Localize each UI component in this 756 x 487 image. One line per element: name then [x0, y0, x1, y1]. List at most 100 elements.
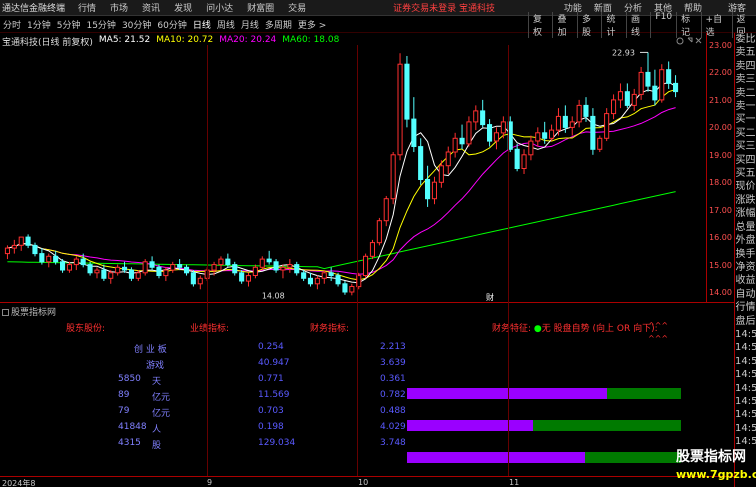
candle[interactable]: [376, 217, 382, 246]
indicator-title[interactable]: 股票指标网: [2, 305, 56, 318]
candlestick-chart[interactable]: 22.93 14.08 财: [0, 45, 706, 303]
candle[interactable]: [459, 124, 465, 150]
candle[interactable]: [666, 61, 672, 89]
candle[interactable]: [197, 275, 203, 290]
tab-1min[interactable]: 1分钟: [24, 18, 54, 31]
candle[interactable]: [184, 264, 190, 276]
candle[interactable]: [369, 239, 375, 260]
menu-item-discover[interactable]: 发现: [167, 1, 199, 14]
candle[interactable]: [190, 270, 196, 287]
close-icon[interactable]: [695, 37, 702, 44]
candle[interactable]: [514, 143, 520, 172]
candle[interactable]: [404, 55, 410, 128]
candle[interactable]: [645, 52, 651, 92]
candle[interactable]: [569, 116, 575, 136]
expand-icon[interactable]: [687, 37, 693, 43]
settings-icon[interactable]: [676, 37, 684, 45]
multi-stock-button[interactable]: 多股: [576, 11, 601, 38]
candle[interactable]: [11, 239, 17, 254]
candle[interactable]: [576, 99, 582, 128]
candle[interactable]: [294, 261, 300, 276]
candle[interactable]: [397, 53, 403, 161]
tab-30min[interactable]: 30分钟: [119, 18, 154, 31]
candle[interactable]: [321, 270, 327, 284]
adjust-button[interactable]: 复权: [528, 11, 552, 38]
candle[interactable]: [218, 256, 224, 271]
candle[interactable]: [307, 272, 313, 287]
candle[interactable]: [273, 259, 279, 273]
menu-item-wealth[interactable]: 财富圈: [240, 1, 281, 14]
draw-button[interactable]: 画线: [625, 11, 650, 38]
candle[interactable]: [245, 272, 251, 287]
candle[interactable]: [521, 149, 527, 174]
candle[interactable]: [611, 94, 617, 120]
candle[interactable]: [259, 256, 265, 271]
candle[interactable]: [425, 165, 431, 207]
candle[interactable]: [418, 138, 424, 185]
candle[interactable]: [473, 105, 479, 131]
candle[interactable]: [149, 256, 155, 271]
candle[interactable]: [170, 261, 176, 273]
candle[interactable]: [239, 270, 245, 284]
candle[interactable]: [115, 264, 121, 276]
candle[interactable]: [631, 88, 637, 111]
stats-button[interactable]: 统计: [601, 11, 625, 38]
tab-15min[interactable]: 15分钟: [83, 18, 118, 31]
candle[interactable]: [604, 108, 610, 142]
candle[interactable]: [32, 242, 38, 257]
candle[interactable]: [25, 234, 31, 249]
candle[interactable]: [363, 253, 369, 279]
candle[interactable]: [383, 195, 389, 227]
tab-5min[interactable]: 5分钟: [54, 18, 84, 31]
candle[interactable]: [18, 236, 24, 251]
candle[interactable]: [101, 264, 107, 282]
menu-item-ask[interactable]: 问小达: [199, 1, 240, 14]
candle[interactable]: [142, 259, 148, 276]
tab-intraday[interactable]: 分时: [0, 18, 24, 31]
candle[interactable]: [349, 283, 355, 296]
menu-item-trade[interactable]: 交易: [281, 1, 313, 14]
candle[interactable]: [390, 152, 396, 205]
overlay-button[interactable]: 叠加: [552, 11, 576, 38]
menu-item-news[interactable]: 资讯: [135, 1, 167, 14]
candle[interactable]: [94, 267, 100, 279]
candle[interactable]: [452, 132, 458, 158]
indicator-toggle-icon[interactable]: [2, 309, 9, 316]
menu-item-quotes[interactable]: 行情: [71, 1, 103, 14]
candle[interactable]: [673, 75, 679, 98]
candle[interactable]: [314, 275, 320, 290]
mark-button[interactable]: 标记: [676, 11, 700, 38]
candle[interactable]: [342, 281, 348, 295]
candle[interactable]: [232, 261, 238, 276]
tab-more[interactable]: 更多 >: [295, 18, 329, 31]
tab-weekly[interactable]: 周线: [214, 18, 238, 31]
candle[interactable]: [617, 83, 624, 109]
candle[interactable]: [46, 253, 52, 268]
candle[interactable]: [266, 250, 272, 265]
candle[interactable]: [411, 97, 417, 153]
candle[interactable]: [493, 127, 499, 150]
candle[interactable]: [480, 99, 486, 128]
candle[interactable]: [66, 261, 73, 273]
candle[interactable]: [487, 119, 493, 147]
candle[interactable]: [445, 146, 451, 174]
candle[interactable]: [624, 83, 630, 109]
tab-monthly[interactable]: 月线: [238, 18, 262, 31]
tab-daily[interactable]: 日线: [190, 18, 214, 31]
candle[interactable]: [252, 264, 258, 279]
candle[interactable]: [39, 248, 45, 265]
candle[interactable]: [431, 176, 437, 205]
candle[interactable]: [597, 135, 603, 153]
candle[interactable]: [73, 256, 79, 271]
candle[interactable]: [287, 259, 293, 273]
candle[interactable]: [528, 135, 534, 161]
candle[interactable]: [549, 124, 555, 142]
candle[interactable]: [535, 127, 541, 147]
tab-multi-period[interactable]: 多周期: [262, 18, 295, 31]
candle[interactable]: [659, 64, 665, 103]
tab-60min[interactable]: 60分钟: [154, 18, 189, 31]
candle[interactable]: [590, 108, 596, 155]
f10-button[interactable]: F10: [650, 11, 676, 38]
candle[interactable]: [652, 69, 658, 106]
candle[interactable]: [328, 267, 334, 282]
